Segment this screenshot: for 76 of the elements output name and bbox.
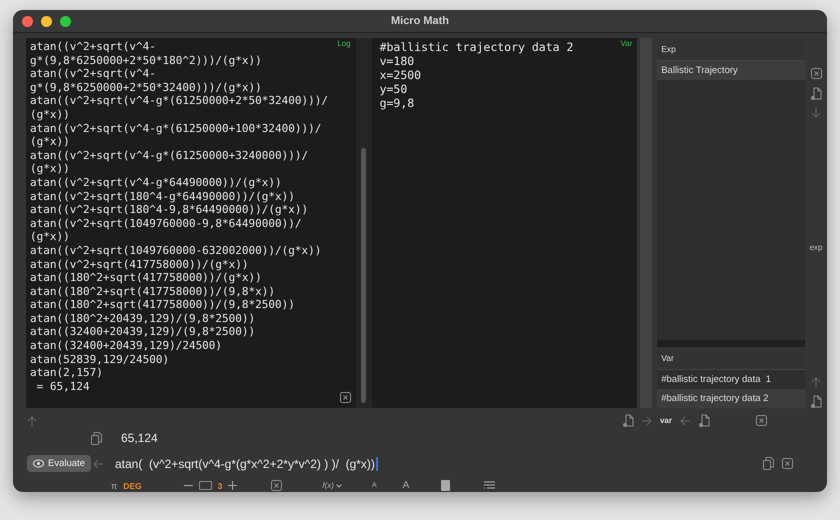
var-label: Var: [620, 39, 632, 48]
log-line: atan((v^2+sqrt(417758000))/(g*x)): [30, 258, 249, 272]
transfer-label: var: [660, 416, 672, 425]
expression-field[interactable]: atan( (v^2+sqrt(v^4-g*(g*x^2+2*y*v^2) ) )/ (g*x)): [114, 456, 378, 470]
log-line: atan((v^2+sqrt(v^4-: [30, 40, 156, 54]
variable-line: y=50: [380, 82, 408, 96]
result-text: 65,124: [121, 431, 158, 445]
window-control[interactable]: [41, 16, 52, 26]
log-line: atan((v^2+sqrt(v^4-g*(61250000+100*32400)))/: [30, 122, 322, 136]
close-icon[interactable]: [340, 392, 351, 403]
log-line: atan((180^2+sqrt(417758000))/(9,8*2500)): [30, 298, 295, 312]
list-item[interactable]: Ballistic Trajectory: [657, 61, 806, 80]
window-control[interactable]: [22, 16, 33, 26]
arrow-up-icon: [27, 416, 37, 426]
log-line: atan((v^2+sqrt(1049760000-632002000))/(g*x)): [30, 244, 322, 258]
eye-icon: [33, 459, 44, 468]
variable-line: v=180: [380, 54, 414, 68]
copy-icon[interactable]: [91, 432, 102, 444]
variable-line: #ballistic trajectory data 2: [380, 40, 574, 54]
file-icon[interactable]: [810, 395, 822, 408]
log-line: (g*x)): [30, 230, 70, 244]
close-icon[interactable]: [271, 480, 282, 491]
log-line: atan((32400+20439,129)/24500): [30, 339, 222, 353]
log-label: Log: [337, 39, 351, 48]
file-icon[interactable]: [622, 414, 634, 427]
log-line: atan((180^2+sqrt(417758000))/(9,8*x)): [30, 284, 276, 298]
arrow-left-icon: [680, 416, 690, 426]
log-line: (g*x)): [30, 108, 70, 122]
evaluate-button[interactable]: Evaluate: [27, 455, 91, 472]
scrollbar[interactable]: [360, 148, 366, 403]
log-line: (g*x)): [30, 162, 70, 176]
log-line: g*(9,8*6250000+2*50*180^2)))/(g*x)): [30, 54, 262, 68]
log-line: = 65,124: [36, 380, 90, 394]
log-line: atan((32400+20439,129)/(9,8*2500)): [30, 325, 256, 340]
copy-icon[interactable]: [763, 457, 774, 470]
log-line: atan((v^2+sqrt(v^4-g*(61250000+3240000)))/: [30, 148, 308, 162]
close-icon[interactable]: [756, 415, 767, 426]
log-line: atan((v^2+sqrt(v^4-: [30, 67, 156, 81]
font-larger[interactable]: A: [402, 480, 410, 491]
log-line: g*(9,8*6250000+2*50*32400)))/(g*x)): [30, 80, 262, 94]
variable-line: x=2500: [380, 68, 422, 82]
log-line: atan((v^2+sqrt(180^4-9,8*64490000))/(g*x)): [30, 203, 308, 217]
arrow-right-icon: [642, 416, 652, 426]
angle-mode[interactable]: DEG: [123, 480, 142, 490]
decimal-icon[interactable]: [198, 481, 212, 490]
log-line: atan((v^2+sqrt(v^4-g*64490000))/(g*x)): [30, 176, 282, 190]
log-line: atan(52839,129/24500): [30, 352, 170, 366]
window-title: Micro Math: [390, 15, 450, 27]
variable-line: g=9,8: [380, 96, 414, 110]
file-icon[interactable]: [698, 414, 710, 427]
document-icon[interactable]: [441, 480, 450, 491]
log-line: (g*x)): [30, 135, 70, 149]
arrow-up-icon: [811, 377, 822, 387]
precision-value: 3: [218, 480, 222, 490]
list-icon[interactable]: [484, 481, 496, 490]
log-line: atan(2,157): [30, 366, 103, 380]
log-line: atan((v^2+sqrt(1049760000-9,8*64490000))/: [30, 216, 302, 230]
log-line: atan((180^2+sqrt(417758000))/(g*x)): [30, 271, 262, 285]
close-icon[interactable]: [782, 458, 793, 469]
arrow-down-icon: [811, 108, 822, 118]
side-label: exp: [810, 243, 822, 252]
close-icon[interactable]: [810, 68, 822, 79]
list-item[interactable]: #ballistic trajectory data 2: [657, 389, 806, 408]
list-header: Var: [657, 347, 806, 370]
chevron-down-icon[interactable]: [336, 484, 342, 488]
log-line: atan((180^2+20439,129)/(9,8*2500)): [30, 312, 256, 326]
log-line: atan((v^2+sqrt(v^4-g*(61250000+2*50*32400)))/: [30, 94, 328, 108]
window-control[interactable]: [60, 16, 71, 26]
list-item[interactable]: #ballistic trajectory data 1: [657, 370, 806, 389]
log-line: atan((v^2+sqrt(180^4-g*64490000))/(g*x)): [30, 190, 295, 204]
plus-icon[interactable]: [228, 481, 238, 490]
list-header: Exp: [657, 38, 806, 61]
pi-symbol[interactable]: π: [111, 480, 118, 490]
arrow-left-icon: [92, 458, 103, 468]
file-icon[interactable]: [810, 87, 822, 100]
function-menu[interactable]: f(x): [322, 481, 334, 490]
